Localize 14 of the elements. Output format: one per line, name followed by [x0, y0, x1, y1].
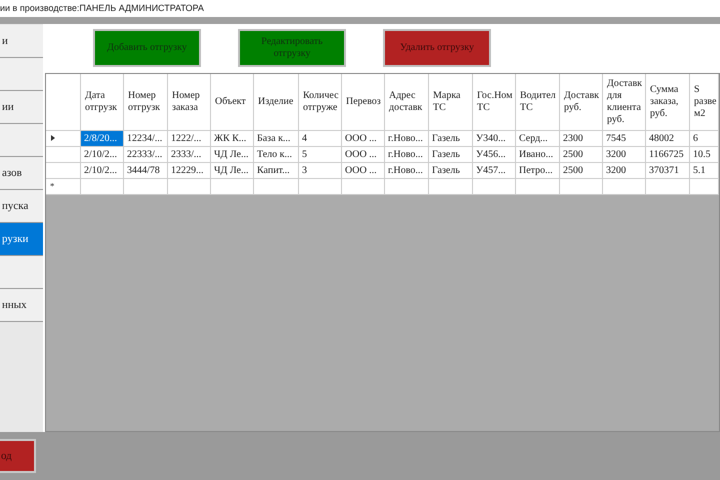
sidebar-item[interactable]: азов — [0, 157, 43, 190]
sidebar-item[interactable]: нных — [0, 289, 43, 322]
sidebar-item[interactable]: рузки — [0, 223, 43, 256]
window-title: ии в производстве:ПАНЕЛЬ АДМИНИСТРАТОРА — [0, 2, 204, 15]
new-row-marker: * — [50, 180, 54, 193]
sidebar-item[interactable]: пуска — [0, 190, 43, 223]
sidebar-item[interactable] — [0, 124, 43, 157]
sidebar-item[interactable] — [0, 58, 43, 91]
row-header[interactable]: * — [46, 178, 81, 195]
table-cell[interactable]: 2/8/20... — [81, 130, 124, 147]
sidebar-item[interactable] — [0, 256, 43, 289]
current-row-icon — [51, 135, 55, 142]
sidebar-item[interactable]: ии — [0, 91, 43, 124]
sidebar-item[interactable]: и — [0, 25, 43, 58]
